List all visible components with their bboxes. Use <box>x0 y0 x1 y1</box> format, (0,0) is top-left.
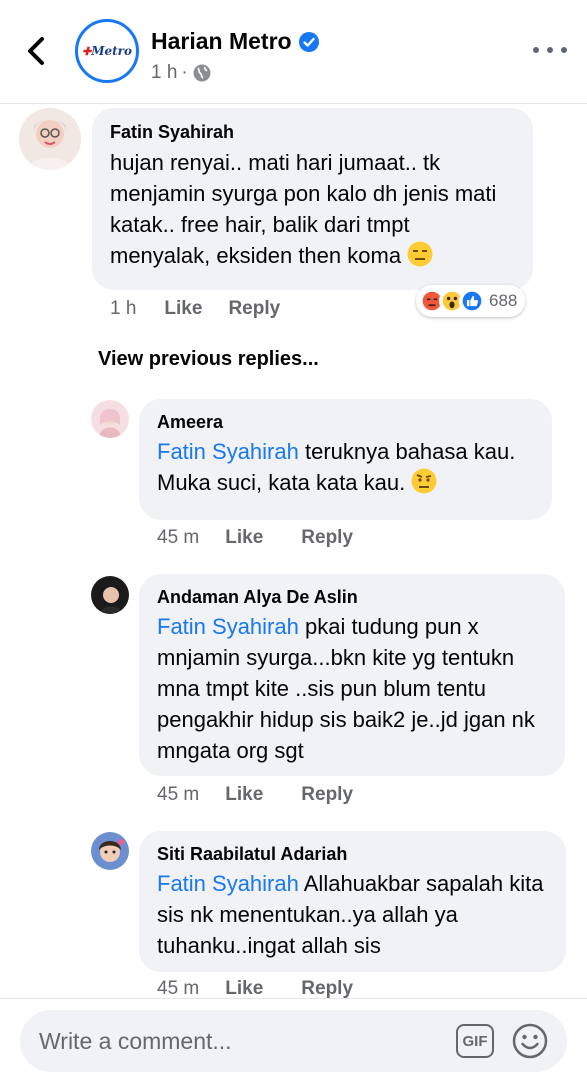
reactions-summary[interactable]: 688 <box>416 285 526 317</box>
back-arrow-icon[interactable] <box>22 34 52 68</box>
view-previous-replies-link[interactable]: View previous replies... <box>98 348 319 371</box>
like-icon <box>459 288 485 314</box>
reply-author[interactable]: Andaman Alya De Aslin <box>157 587 547 608</box>
comment-author[interactable]: Fatin Syahirah <box>110 122 515 143</box>
comment-input-placeholder[interactable]: Write a comment... <box>39 1028 232 1055</box>
comment-composer: Write a comment... GIF <box>0 998 587 1080</box>
post-meta: 1 h · <box>151 62 212 84</box>
post-time[interactable]: 1 h <box>151 62 177 84</box>
like-button[interactable]: Like <box>225 784 263 806</box>
emoji-picker-icon[interactable] <box>512 1023 548 1059</box>
reply-bubble[interactable]: Ameera Fatin Syahirah teruknya bahasa ka… <box>139 399 552 520</box>
avatar[interactable] <box>91 576 129 614</box>
avatar-photo-icon <box>19 108 81 170</box>
reply-button[interactable]: Reply <box>228 298 280 320</box>
mention-link[interactable]: Fatin Syahirah <box>157 614 299 639</box>
reply-time[interactable]: 45 m <box>157 527 199 549</box>
page-name-text[interactable]: Harian Metro <box>151 28 292 55</box>
reply-button[interactable]: Reply <box>301 527 353 549</box>
raised-eyebrow-face-icon <box>411 468 437 494</box>
comment-actions: 1 h Like Reply <box>110 298 280 320</box>
more-options-icon[interactable] <box>533 42 567 58</box>
comment-bubble[interactable]: Fatin Syahirah hujan renyai.. mati hari … <box>92 108 533 290</box>
comment-time[interactable]: 1 h <box>110 298 136 320</box>
like-button[interactable]: Like <box>225 527 263 549</box>
meta-separator: · <box>181 62 188 83</box>
avatar-photo-icon <box>91 576 129 614</box>
comment-text: hujan renyai.. mati hari jumaat.. tk men… <box>110 147 515 271</box>
metro-logo: ✚Metro <box>81 44 132 58</box>
gif-button[interactable]: GIF <box>456 1024 494 1058</box>
reply-text: Fatin Syahirah pkai tudung pun x mnjamin… <box>157 611 547 766</box>
reply-text: Fatin Syahirah teruknya bahasa kau. Muka… <box>157 436 534 498</box>
like-button[interactable]: Like <box>225 978 263 1000</box>
avatar[interactable] <box>19 108 81 170</box>
reply-button[interactable]: Reply <box>301 784 353 806</box>
post-header: ✚Metro Harian Metro 1 h · <box>0 0 587 104</box>
page-name[interactable]: Harian Metro <box>151 28 319 55</box>
avatar-photo-icon <box>91 832 129 870</box>
reply-author[interactable]: Siti Raabilatul Adariah <box>157 844 548 865</box>
reply-actions: 45 m Like Reply <box>157 527 353 549</box>
reply-time[interactable]: 45 m <box>157 978 199 1000</box>
reply-bubble[interactable]: Siti Raabilatul Adariah Fatin Syahirah A… <box>139 831 566 972</box>
reaction-count: 688 <box>489 291 518 310</box>
reply-text: Fatin Syahirah Allahuakbar sapalah kita … <box>157 868 548 961</box>
comment-text-body: hujan renyai.. mati hari jumaat.. tk men… <box>110 150 497 268</box>
reply-actions: 45 m Like Reply <box>157 978 353 1000</box>
avatar[interactable] <box>91 832 129 870</box>
like-button[interactable]: Like <box>164 298 202 320</box>
avatar-photo-icon <box>91 400 129 438</box>
mention-link[interactable]: Fatin Syahirah <box>157 871 299 896</box>
expressionless-face-icon <box>407 241 433 267</box>
reply-author[interactable]: Ameera <box>157 412 534 433</box>
mention-link[interactable]: Fatin Syahirah <box>157 439 299 464</box>
avatar[interactable] <box>91 400 129 438</box>
globe-icon <box>193 64 211 82</box>
page-avatar[interactable]: ✚Metro <box>75 19 139 83</box>
reply-button[interactable]: Reply <box>301 978 353 1000</box>
reply-time[interactable]: 45 m <box>157 784 199 806</box>
reply-bubble[interactable]: Andaman Alya De Aslin Fatin Syahirah pka… <box>139 574 565 776</box>
reply-actions: 45 m Like Reply <box>157 784 353 806</box>
verified-badge-icon <box>298 31 319 52</box>
